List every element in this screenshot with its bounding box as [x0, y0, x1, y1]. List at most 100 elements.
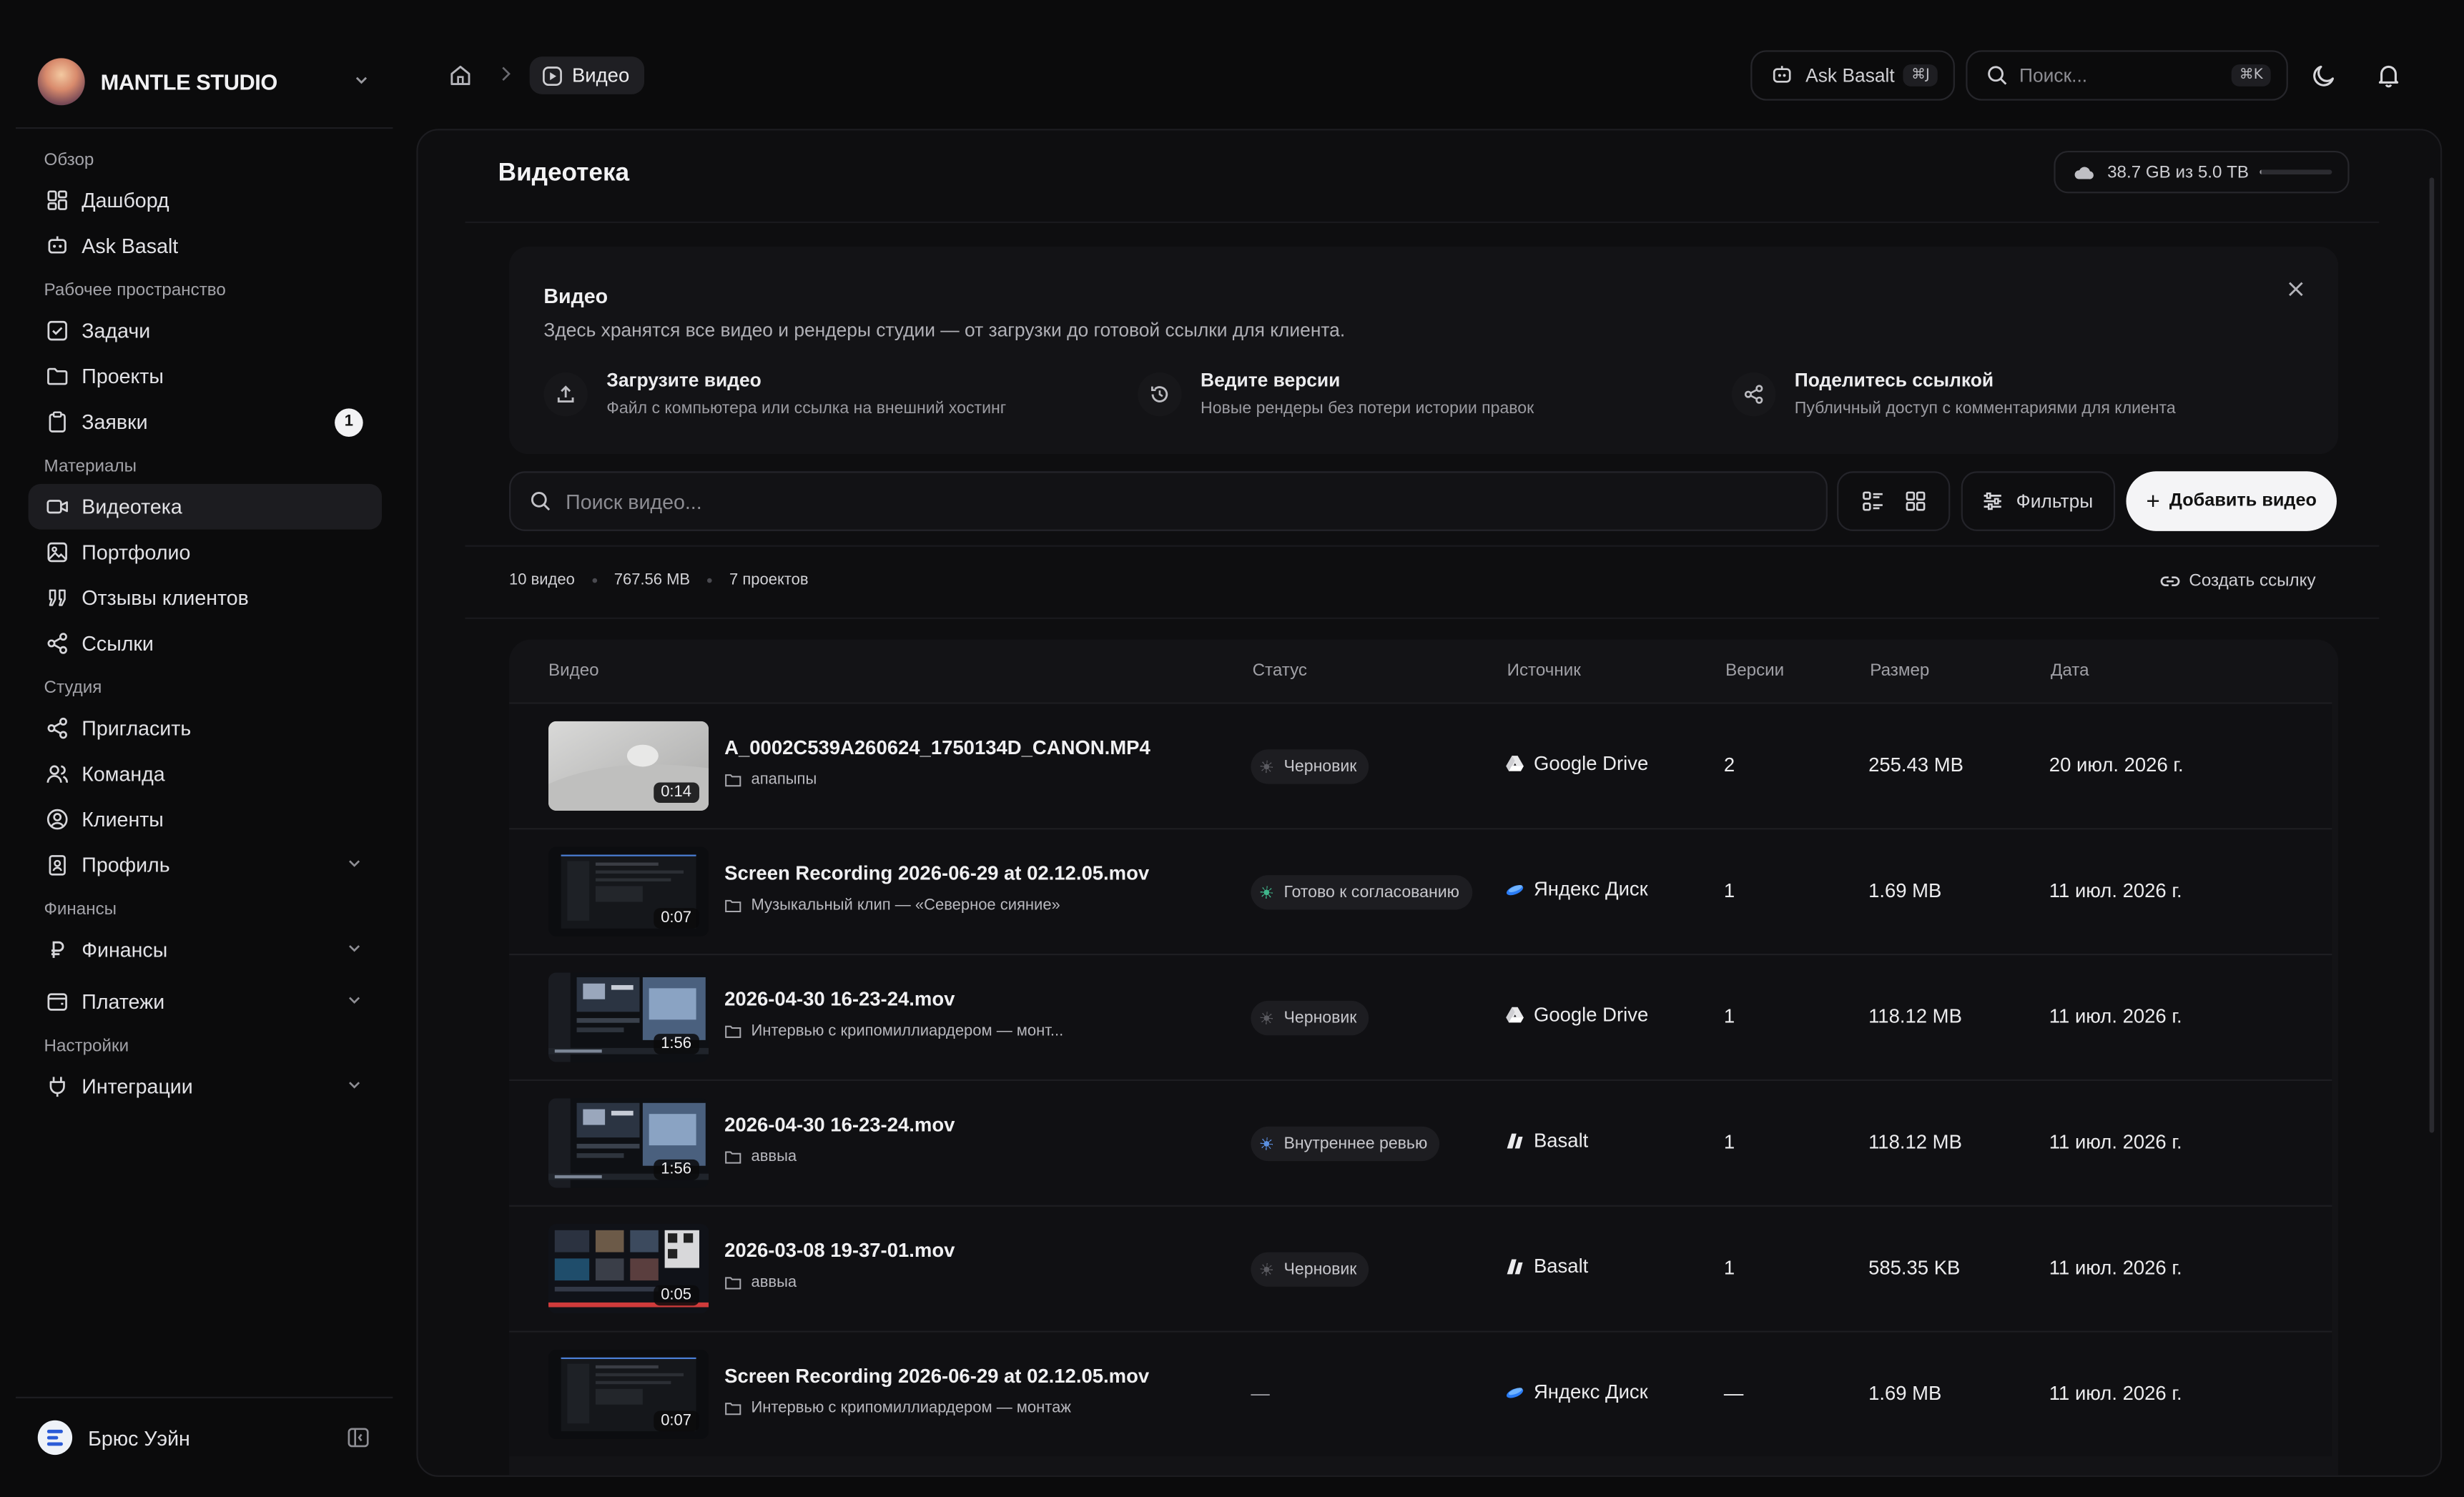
- create-link-button[interactable]: Создать ссылку: [2159, 570, 2316, 593]
- video-title[interactable]: Screen Recording 2026-06-29 at 02.12.05.…: [724, 1365, 1149, 1388]
- grid-view-icon[interactable]: [1902, 488, 1927, 513]
- sidebar-item[interactable]: Интеграции: [29, 1064, 382, 1110]
- table-row[interactable]: 1:56 2026-04-30 16-23-24.mov аввыа Внутренн…: [509, 1079, 2332, 1205]
- filters-label: Фильтры: [2016, 490, 2094, 513]
- column-header[interactable]: Статус: [1253, 661, 1307, 680]
- sidebar-item[interactable]: Клиенты: [29, 796, 382, 842]
- sidebar-collapse-icon[interactable]: [345, 1425, 370, 1450]
- video-thumbnail[interactable]: 0:05: [548, 1224, 709, 1314]
- column-header[interactable]: Размер: [1870, 661, 1929, 680]
- global-search-input[interactable]: Поиск... ⌘K: [1966, 50, 2288, 101]
- list-view-icon[interactable]: [1860, 488, 1885, 513]
- video-date: 11 июл. 2026 г.: [2049, 1257, 2182, 1279]
- video-source: Яндекс Диск: [1505, 879, 1648, 900]
- video-title[interactable]: 2026-04-30 16-23-24.mov: [724, 988, 955, 1010]
- video-title[interactable]: 2026-04-30 16-23-24.mov: [724, 1114, 955, 1136]
- moon-icon[interactable]: [2310, 61, 2339, 90]
- sidebar-item[interactable]: Отзывы клиентов: [29, 575, 382, 621]
- video-project: аввыа: [724, 1149, 797, 1166]
- folder-icon: [724, 1400, 741, 1417]
- sidebar-item[interactable]: Видеотека: [28, 483, 383, 530]
- history-icon: [1138, 372, 1182, 417]
- status-label: Готово к согласованию: [1283, 883, 1459, 902]
- video-source: Basalt: [1505, 1130, 1588, 1152]
- project-name: Интервью с крипомиллиардером — монт...: [751, 1022, 1064, 1040]
- sidebar-divider: [15, 127, 393, 129]
- basalt-icon: [1505, 1257, 1524, 1275]
- chevron-down-icon: [345, 1075, 363, 1097]
- video-play-icon: [542, 65, 563, 86]
- filters-button[interactable]: Фильтры: [1961, 471, 2116, 531]
- dashboard-icon: [44, 188, 69, 213]
- close-icon[interactable]: [2285, 278, 2307, 300]
- scrollbar[interactable]: [2429, 177, 2435, 1133]
- sidebar-item-label: Отзывы клиентов: [82, 586, 249, 610]
- table-row[interactable]: 0:14 A_0002C539A260624_1750134D_CANON.MP4…: [509, 702, 2332, 829]
- sliders-icon: [1981, 490, 2004, 513]
- yandex-disk-icon: [1505, 880, 1524, 899]
- sidebar-item[interactable]: Пригласить: [29, 706, 382, 751]
- user-menu[interactable]: Брюс Уэйн: [37, 1419, 371, 1457]
- feature-upload: Загрузите видео Файл с компьютера или ссы…: [543, 369, 1006, 418]
- sidebar-item[interactable]: Проекты: [29, 353, 382, 399]
- storage-indicator[interactable]: 38.7 GB из 5.0 TB: [2054, 150, 2350, 194]
- feature-versions: Ведите версии Новые рендеры без потери ис…: [1138, 369, 1534, 418]
- column-header[interactable]: Источник: [1507, 661, 1581, 680]
- sidebar-item[interactable]: Финансы: [29, 927, 382, 973]
- video-search-placeholder: Поиск видео...: [566, 489, 702, 513]
- video-thumbnail[interactable]: 1:56: [548, 1098, 709, 1188]
- video-thumbnail[interactable]: 0:07: [548, 1349, 709, 1440]
- table-row[interactable]: 0:07 Screen Recording 2026-06-29 at 02.12…: [509, 828, 2332, 954]
- video-size: 585.35 KB: [1868, 1257, 1961, 1279]
- video-search-input[interactable]: Поиск видео...: [509, 471, 1828, 531]
- team-icon: [44, 761, 69, 786]
- sidebar-item[interactable]: Ask Basalt: [29, 223, 382, 269]
- plus-icon: +: [2146, 488, 2160, 515]
- status-badge: Черновик: [1251, 1000, 1369, 1036]
- bell-icon[interactable]: [2375, 61, 2403, 90]
- project-name: аввыа: [751, 1274, 797, 1292]
- chevron-down-icon: [345, 939, 363, 961]
- sidebar-item[interactable]: Заявки 1: [29, 399, 382, 445]
- nav-section-title: Обзор: [44, 149, 94, 169]
- video-thumbnail[interactable]: 0:14: [548, 721, 709, 811]
- source-label: Google Drive: [1533, 1004, 1649, 1027]
- chevron-down-icon: [349, 70, 374, 94]
- video-versions: —: [1723, 1382, 1744, 1405]
- sidebar-item[interactable]: Команда: [29, 751, 382, 797]
- table-row[interactable]: 0:05 2026-03-08 19-37-01.mov аввыа Черновик…: [509, 1205, 2332, 1331]
- video-date: 11 июл. 2026 г.: [2049, 879, 2182, 902]
- table-row[interactable]: 1:56 2026-04-30 16-23-24.mov Интервью с кр…: [509, 954, 2332, 1079]
- sidebar-item[interactable]: Дашборд: [29, 177, 382, 223]
- add-video-button[interactable]: + Добавить видео: [2126, 471, 2337, 531]
- ask-basalt-button[interactable]: Ask Basalt ⌘J: [1750, 50, 1955, 101]
- video-thumbnail[interactable]: 1:56: [548, 972, 709, 1062]
- project-name: аввыа: [751, 1148, 797, 1166]
- video-title[interactable]: 2026-03-08 19-37-01.mov: [724, 1240, 955, 1262]
- table-row[interactable]: 0:07 Screen Recording 2026-06-29 at 02.12…: [509, 1330, 2332, 1457]
- sidebar-item[interactable]: Портфолио: [29, 530, 382, 575]
- column-header[interactable]: Версии: [1725, 661, 1784, 680]
- video-project: Интервью с крипомиллиардером — монтаж: [724, 1400, 1071, 1417]
- sidebar-item[interactable]: Профиль: [29, 842, 382, 888]
- sidebar-item[interactable]: Ссылки: [29, 621, 382, 666]
- workspace-switcher[interactable]: MANTLE STUDIO: [37, 58, 374, 106]
- column-header[interactable]: Дата: [2051, 661, 2089, 680]
- video-title[interactable]: Screen Recording 2026-06-29 at 02.12.05.…: [724, 863, 1149, 885]
- video-table: Видео Статус Источник Версии Размер Дата…: [509, 639, 2339, 1476]
- video-title[interactable]: A_0002C539A260624_1750134D_CANON.MP4: [724, 737, 1150, 759]
- sidebar-item[interactable]: Платежи: [29, 979, 382, 1024]
- video-thumbnail[interactable]: 0:07: [548, 846, 709, 937]
- breadcrumb-current[interactable]: Видео: [529, 56, 644, 94]
- home-icon[interactable]: [448, 63, 473, 88]
- page-title: Видеотека: [498, 160, 630, 187]
- sidebar-item[interactable]: Задачи: [29, 308, 382, 354]
- project-name: Музыкальный клип — «Северное сияние»: [751, 896, 1060, 915]
- video-duration: 1:56: [653, 1159, 699, 1180]
- feature-title: Поделитесь ссылкой: [1794, 369, 1994, 392]
- video-versions: 1: [1723, 1257, 1735, 1279]
- status-label: Черновик: [1283, 1008, 1357, 1028]
- video-size: 118.12 MB: [1868, 1005, 1962, 1028]
- video-date: 11 июл. 2026 г.: [2049, 1131, 2182, 1154]
- column-header[interactable]: Видео: [548, 661, 599, 680]
